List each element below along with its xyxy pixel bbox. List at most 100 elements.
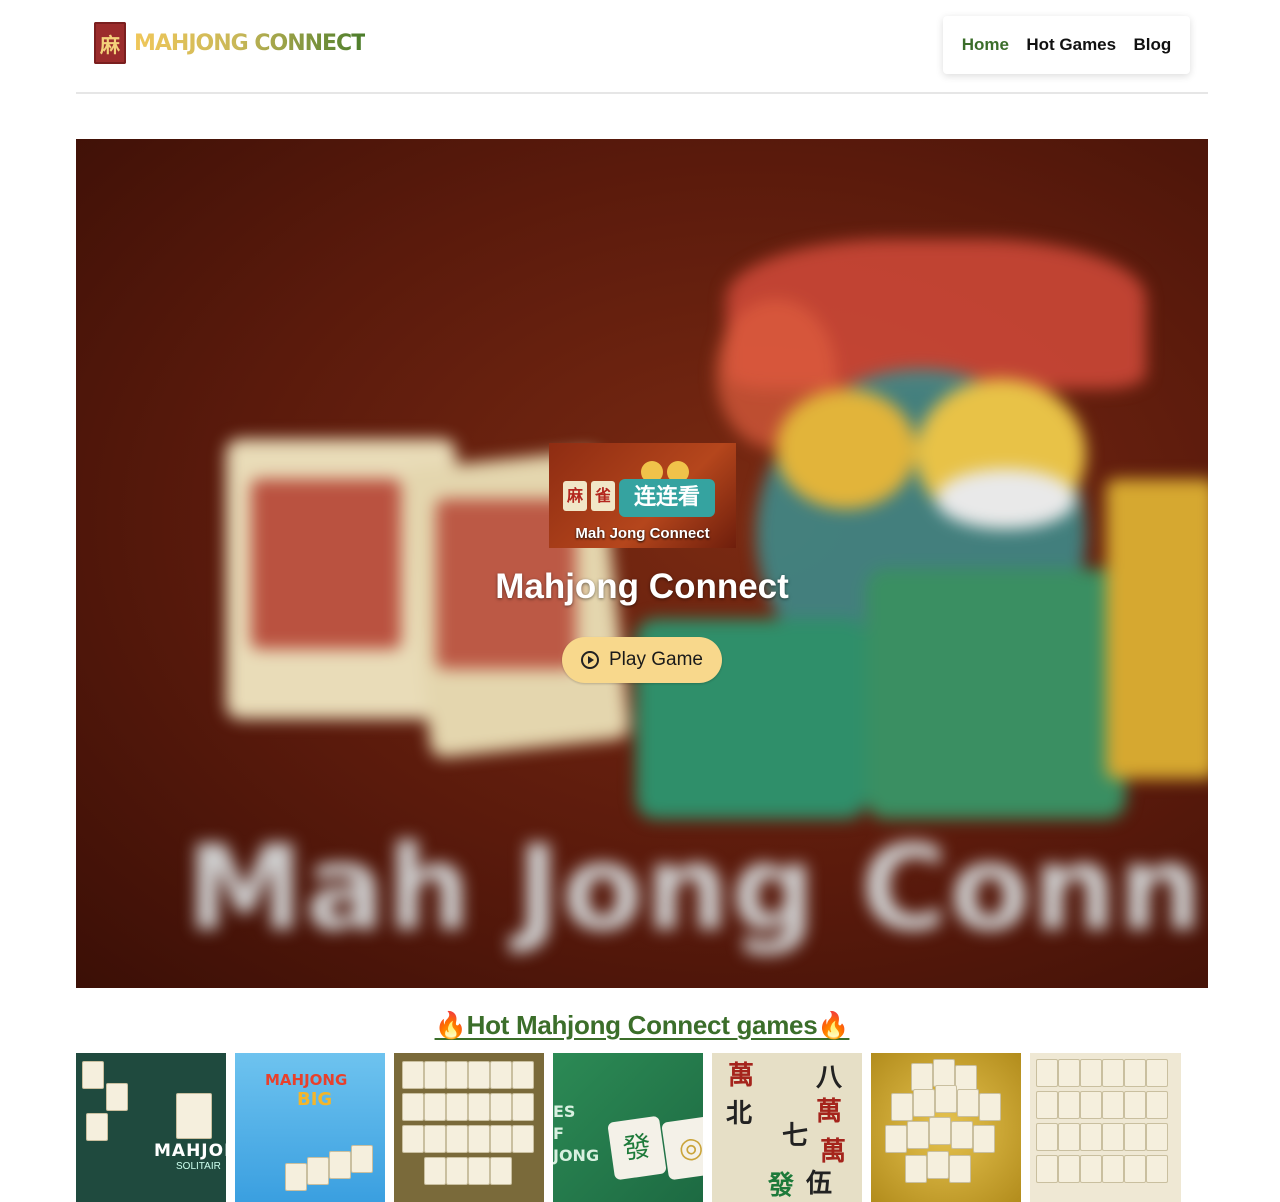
tile-decor [329, 1151, 351, 1179]
tile-decor [446, 1061, 468, 1089]
game-thumbnail[interactable]: 麻 雀 连连看 Mah Jong Connect [549, 443, 736, 548]
tile-decor [424, 1157, 446, 1185]
circle-tile-icon: ◎ [661, 1115, 703, 1181]
tile-decor [424, 1061, 446, 1089]
tile-decor [1036, 1059, 1058, 1087]
game-card[interactable]: MAHJONG BIG [235, 1053, 385, 1202]
tile-decor [929, 1117, 951, 1145]
game-card-sublabel: BIG [297, 1089, 333, 1110]
tile-decor [446, 1157, 468, 1185]
tile-decor [979, 1093, 1001, 1121]
game-card-char: 八 [816, 1063, 843, 1093]
tile-decor [1058, 1059, 1080, 1087]
nav-home[interactable]: Home [962, 35, 1009, 55]
tile-decor [424, 1125, 446, 1153]
tile-decor [935, 1085, 957, 1113]
tile-decor [468, 1125, 490, 1153]
hero-content: 麻 雀 连连看 Mah Jong Connect Mahjong Connect… [76, 139, 1208, 988]
tile-decor [1058, 1091, 1080, 1119]
play-game-label: Play Game [609, 649, 703, 670]
tile-decor [176, 1093, 212, 1139]
tile-decor [1102, 1059, 1124, 1087]
game-card-char: 萬 [816, 1097, 843, 1127]
tile-decor [973, 1125, 995, 1153]
tile-decor [1080, 1059, 1102, 1087]
game-card-char: 北 [726, 1099, 753, 1129]
tile-decor [307, 1157, 329, 1185]
tile-decor [351, 1145, 373, 1173]
tile-decor [82, 1061, 104, 1089]
thumb-caption: Mah Jong Connect [575, 525, 710, 542]
nav-blog[interactable]: Blog [1134, 35, 1172, 55]
tile-decor [1058, 1123, 1080, 1151]
thumb-title: 连连看 [619, 479, 715, 517]
game-card-char: 七 [782, 1121, 809, 1151]
logo-text: MAHJONG CONNECT [134, 30, 366, 56]
nav-hot-games[interactable]: Hot Games [1026, 35, 1116, 55]
hero-banner: Mah Jong Conn 麻 雀 连连看 Mah Jong Connect M… [76, 139, 1208, 988]
tile-decor [911, 1063, 933, 1091]
site-logo[interactable]: 麻 MAHJONG CONNECT [94, 22, 366, 64]
tile-decor [106, 1083, 128, 1111]
play-circle-icon [581, 651, 599, 669]
tile-decor [490, 1093, 512, 1121]
tile-decor [957, 1089, 979, 1117]
tile-decor [891, 1093, 913, 1121]
tile-decor [402, 1125, 424, 1153]
tile-decor [949, 1155, 971, 1183]
game-card-sublabel: SOLITAIR [176, 1161, 221, 1172]
tile-decor [1146, 1091, 1168, 1119]
tile-decor [1080, 1091, 1102, 1119]
tile-decor [1124, 1123, 1146, 1151]
tile-decor [913, 1089, 935, 1117]
tile-decor [1036, 1155, 1058, 1183]
tile-decor [927, 1151, 949, 1179]
game-card[interactable] [871, 1053, 1021, 1202]
game-card-char: 萬 [728, 1061, 755, 1091]
tile-decor [1102, 1155, 1124, 1183]
main-nav: Home Hot Games Blog [943, 16, 1190, 74]
tile-decor [285, 1163, 307, 1191]
tile-decor [1146, 1059, 1168, 1087]
game-card-label: MAHJONG [265, 1071, 348, 1089]
tile-decor [1146, 1155, 1168, 1183]
tile-decor [1058, 1155, 1080, 1183]
tile-decor [885, 1125, 907, 1153]
tile-decor [1124, 1091, 1146, 1119]
game-card[interactable]: MAHJON SOLITAIR [76, 1053, 226, 1202]
game-card[interactable]: ES F JONG 發 ◎ [553, 1053, 703, 1202]
tile-decor [1124, 1155, 1146, 1183]
tile-decor [512, 1125, 534, 1153]
game-card-label: ES F JONG [553, 1102, 600, 1165]
tile-decor [951, 1121, 973, 1149]
tile-decor [1080, 1123, 1102, 1151]
hot-games-title[interactable]: 🔥Hot Mahjong Connect games🔥 [0, 1010, 1280, 1041]
tile-decor [86, 1113, 108, 1141]
tile-decor [424, 1093, 446, 1121]
game-card-label: MAHJON [154, 1141, 226, 1161]
tile-decor [1102, 1123, 1124, 1151]
tile-decor [512, 1093, 534, 1121]
tile-decor [907, 1121, 929, 1149]
tile-decor [446, 1093, 468, 1121]
game-card[interactable] [394, 1053, 544, 1202]
hot-games-list: MAHJON SOLITAIR MAHJONG BIG ES F JON [76, 1053, 1181, 1202]
tile-decor [512, 1061, 534, 1089]
tile-decor [1102, 1091, 1124, 1119]
tile-decor [468, 1061, 490, 1089]
tile-decor [1146, 1123, 1168, 1151]
game-title: Mahjong Connect [495, 567, 789, 606]
game-card-char: 發 [768, 1171, 795, 1201]
tile-decor [1036, 1091, 1058, 1119]
tile-decor [1036, 1123, 1058, 1151]
tile-decor [446, 1125, 468, 1153]
play-game-button[interactable]: Play Game [562, 637, 722, 683]
tile-decor [490, 1125, 512, 1153]
game-card[interactable]: 萬 八 北 七 萬 萬 伍 發 [712, 1053, 862, 1202]
tile-decor [490, 1061, 512, 1089]
game-card[interactable] [1030, 1053, 1181, 1202]
thumb-tile-2: 雀 [591, 481, 615, 511]
tile-decor [402, 1061, 424, 1089]
game-card-tile: 發 [607, 1115, 667, 1181]
tile-decor [402, 1093, 424, 1121]
